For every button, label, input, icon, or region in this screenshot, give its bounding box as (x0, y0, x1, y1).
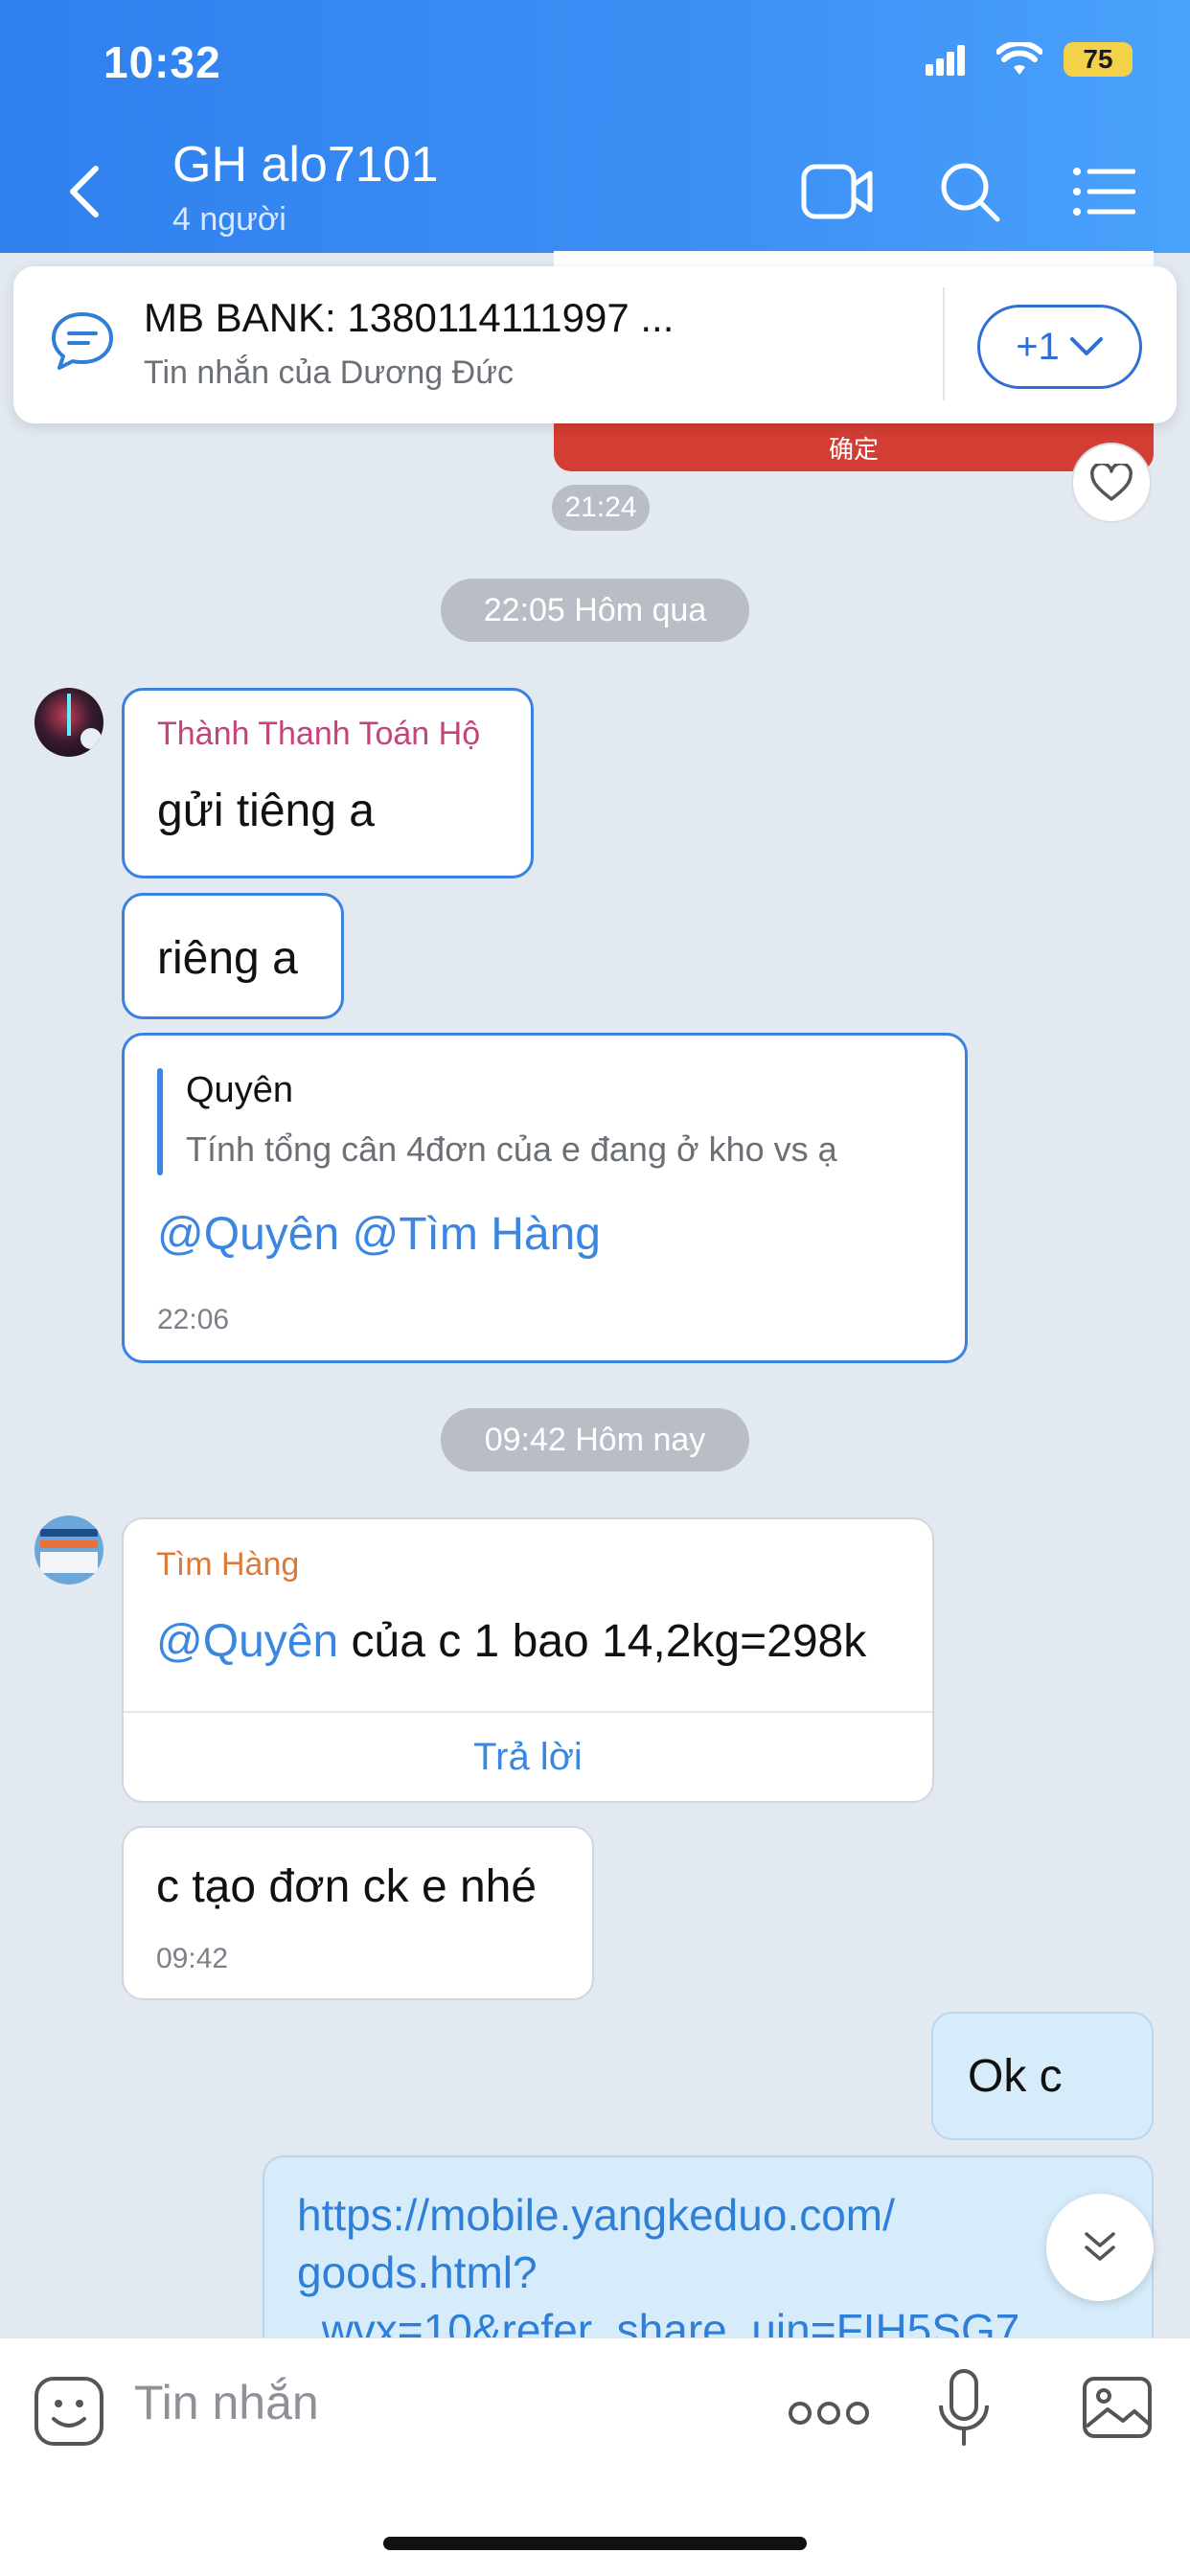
video-call-icon (801, 164, 873, 219)
message-time: 22:06 (157, 1304, 230, 1335)
link-line-1: https://mobile.yangkeduo.com/ (297, 2190, 895, 2240)
message-text: riêng a (157, 933, 298, 984)
heart-icon (1090, 464, 1133, 501)
message-bubble-1[interactable]: Thành Thanh Toán Hộ gửi tiêng a (122, 688, 534, 878)
quote-text: Tính tổng cân 4đơn của e đang ở kho vs ạ (186, 1129, 837, 1169)
photo-button[interactable] (1081, 2373, 1154, 2442)
message-text: c tạo đơn ck e nhé (156, 1861, 538, 1912)
menu-list-icon (1073, 168, 1135, 216)
link-text[interactable]: https://mobile.yangkeduo.com/ goods.html… (297, 2186, 1019, 2359)
link-line-2: goods.html? (297, 2247, 538, 2297)
menu-button[interactable] (1065, 153, 1142, 230)
message-text: Ok c (968, 2051, 1063, 2102)
message-bubble-4[interactable]: Tìm Hàng @Quyên của c 1 bao 14,2kg=298k … (122, 1517, 934, 1803)
more-icon (789, 2402, 869, 2425)
status-time: 10:32 (103, 37, 221, 87)
like-button[interactable] (1071, 443, 1152, 523)
mention-quyen[interactable]: @Quyên (156, 1616, 338, 1667)
date-separator-yesterday: 22:05 Hôm qua (441, 579, 749, 642)
message-input[interactable]: Tin nhắn (134, 2375, 319, 2430)
back-button[interactable] (46, 153, 123, 230)
chat-bubble-icon (52, 312, 113, 370)
pinned-subtitle: Tin nhắn của Dương Đức (144, 354, 514, 391)
date-separator-today: 09:42 Hôm nay (441, 1408, 749, 1471)
message-time: 09:42 (156, 1943, 229, 1974)
message-bubble-5[interactable]: c tạo đơn ck e nhé 09:42 (122, 1826, 594, 2000)
chevron-down-icon (1069, 337, 1103, 355)
avatar-thanh[interactable] (34, 688, 103, 757)
scroll-down-icon (1085, 2232, 1115, 2261)
my-message-bubble-1[interactable]: Ok c (931, 2012, 1154, 2140)
chat-title[interactable]: GH alo7101 (172, 136, 439, 194)
sender-name: Tìm Hàng (156, 1546, 300, 1583)
emoji-icon (34, 2377, 103, 2446)
scroll-to-bottom-button[interactable] (1046, 2194, 1154, 2301)
message-bubble-3[interactable]: Quyên Tính tổng cân 4đơn của e đang ở kh… (122, 1033, 968, 1363)
voice-button[interactable] (935, 2367, 993, 2450)
quote-bar (157, 1068, 163, 1175)
member-count[interactable]: 4 người (172, 201, 286, 239)
home-indicator (383, 2537, 807, 2550)
message-text: @Quyên của c 1 bao 14,2kg=298k (156, 1615, 866, 1668)
pinned-divider (943, 287, 945, 400)
pinned-more-label: +1 (1016, 325, 1060, 368)
emoji-button[interactable] (33, 2375, 105, 2448)
message-body: của c 1 bao 14,2kg=298k (338, 1616, 867, 1667)
chat-header: 10:32 75 GH alo7101 4 người (0, 0, 1190, 253)
pinned-title: MB BANK: 1380114111997 ... (144, 295, 675, 340)
status-icons: 75 (926, 42, 1133, 77)
search-button[interactable] (931, 153, 1008, 230)
signal-icon (926, 45, 965, 76)
mic-icon (939, 2369, 989, 2446)
sender-name: Thành Thanh Toán Hộ (157, 716, 481, 752)
pinned-message-banner[interactable]: MB BANK: 1380114111997 ... Tin nhắn của … (13, 266, 1177, 423)
pinned-more-button[interactable]: +1 (977, 305, 1142, 389)
quote-author: Quyên (186, 1070, 293, 1110)
image-icon (1083, 2377, 1152, 2438)
reply-button[interactable]: Trả lời (124, 1713, 932, 1801)
message-mentions: @Quyên @Tìm Hàng (157, 1208, 601, 1261)
message-text: gửi tiêng a (157, 786, 375, 836)
avatar-tim-hang[interactable] (34, 1516, 103, 1584)
confirm-label: 确定 (828, 435, 879, 464)
message-time-badge: 21:24 (552, 485, 650, 531)
back-icon (70, 166, 99, 217)
mention-quyen[interactable]: @Quyên (157, 1209, 339, 1260)
battery-indicator: 75 (1064, 42, 1133, 77)
video-call-button[interactable] (799, 153, 876, 230)
mention-tim-hang[interactable]: @Tìm Hàng (353, 1209, 601, 1260)
search-icon (941, 163, 1000, 222)
more-options-button[interactable] (786, 2394, 872, 2432)
wifi-icon (996, 42, 1042, 75)
message-bubble-2[interactable]: riêng a (122, 893, 344, 1019)
